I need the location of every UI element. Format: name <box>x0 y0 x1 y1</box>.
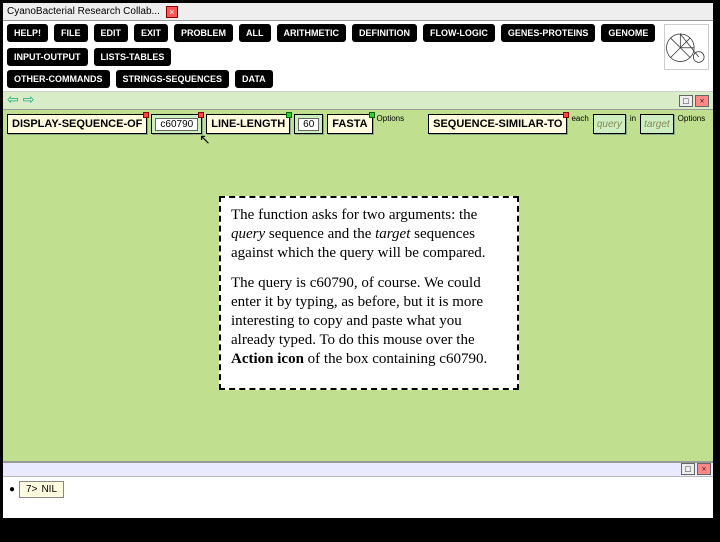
data-button[interactable]: DATA <box>235 70 273 88</box>
penny-farthing-icon <box>664 24 709 70</box>
options-label[interactable]: Options <box>377 114 405 134</box>
console-header: □ × <box>3 463 713 477</box>
console-panel: □ × ● 7> NIL <box>3 462 713 518</box>
action-icon[interactable] <box>369 112 375 118</box>
line-length-box[interactable]: LINE-LENGTH <box>206 114 290 134</box>
app-window: CyanoBacterial Research Collab... × HELP… <box>2 2 714 506</box>
panel-close-icon[interactable]: × <box>695 95 709 107</box>
fn-label: LINE-LENGTH <box>211 118 285 130</box>
expression-1: DISPLAY-SEQUENCE-OF c60790 LINE-LENGTH 6… <box>7 114 404 134</box>
back-arrow-icon[interactable]: ⇦ <box>7 92 19 109</box>
toolbar-row-1: HELP! FILE EDIT EXIT PROBLEM ALL ARITHME… <box>7 24 658 66</box>
info-p1: The function asks for two arguments: the… <box>231 206 507 264</box>
panel-close-icon[interactable]: × <box>697 463 711 475</box>
each-label: each <box>571 114 588 134</box>
target-arg-box[interactable]: target <box>640 114 674 134</box>
placeholder: target <box>644 119 670 130</box>
repl-box[interactable]: 7> NIL <box>19 481 64 498</box>
fasta-box[interactable]: FASTA <box>327 114 372 134</box>
arg-value: 60 <box>298 118 319 131</box>
genome-button[interactable]: GENOME <box>601 24 655 42</box>
all-button[interactable]: ALL <box>239 24 271 42</box>
action-icon[interactable] <box>563 112 569 118</box>
repl-bullet: ● <box>9 484 15 495</box>
problem-button[interactable]: PROBLEM <box>174 24 233 42</box>
expression-2: SEQUENCE-SIMILAR-TO each query in target… <box>428 114 705 134</box>
in-label: in <box>630 114 636 134</box>
info-p2: The query is c60790, of course. We could… <box>231 274 507 370</box>
console-body: ● 7> NIL <box>3 477 713 502</box>
arg-box-60[interactable]: 60 <box>294 114 323 134</box>
repl-prompt: 7> <box>26 484 37 495</box>
titlebar: CyanoBacterial Research Collab... × <box>3 3 713 21</box>
other-commands-button[interactable]: OTHER-COMMANDS <box>7 70 110 88</box>
cursor-icon: ↖ <box>199 132 211 149</box>
info-tooltip: The function asks for two arguments: the… <box>219 196 519 390</box>
query-arg-box[interactable]: query <box>593 114 626 134</box>
toggle-icon[interactable]: □ <box>681 463 695 475</box>
strings-sequences-button[interactable]: STRINGS-SEQUENCES <box>116 70 230 88</box>
input-output-button[interactable]: INPUT-OUTPUT <box>7 48 88 66</box>
fn-label: SEQUENCE-SIMILAR-TO <box>433 118 562 130</box>
exit-button[interactable]: EXIT <box>134 24 168 42</box>
definition-button[interactable]: DEFINITION <box>352 24 417 42</box>
help-button[interactable]: HELP! <box>7 24 48 42</box>
forward-arrow-icon[interactable]: ⇨ <box>23 92 35 109</box>
command-toolbar: HELP! FILE EDIT EXIT PROBLEM ALL ARITHME… <box>3 21 713 92</box>
lists-tables-button[interactable]: LISTS-TABLES <box>94 48 172 66</box>
edit-button[interactable]: EDIT <box>94 24 129 42</box>
fn-label: FASTA <box>332 118 367 130</box>
repl-value: NIL <box>41 484 57 495</box>
display-sequence-box[interactable]: DISPLAY-SEQUENCE-OF <box>7 114 147 134</box>
flow-logic-button[interactable]: FLOW-LOGIC <box>423 24 495 42</box>
action-icon[interactable] <box>198 112 204 118</box>
file-button[interactable]: FILE <box>54 24 88 42</box>
action-icon[interactable] <box>143 112 149 118</box>
nav-bar: ⇦ ⇨ □ × <box>3 92 713 110</box>
workspace: DISPLAY-SEQUENCE-OF c60790 LINE-LENGTH 6… <box>3 110 713 462</box>
close-icon[interactable]: × <box>166 6 178 18</box>
expression-row: DISPLAY-SEQUENCE-OF c60790 LINE-LENGTH 6… <box>7 114 709 134</box>
placeholder: query <box>597 119 622 130</box>
window-title: CyanoBacterial Research Collab... <box>7 6 160 17</box>
genes-proteins-button[interactable]: GENES-PROTEINS <box>501 24 596 42</box>
sequence-similar-box[interactable]: SEQUENCE-SIMILAR-TO <box>428 114 567 134</box>
arg-box-c60790[interactable]: c60790 <box>151 114 202 134</box>
options-label[interactable]: Options <box>678 114 706 134</box>
toggle-icon[interactable]: □ <box>679 95 693 107</box>
arithmetic-button[interactable]: ARITHMETIC <box>277 24 347 42</box>
toolbar-row-2: OTHER-COMMANDS STRINGS-SEQUENCES DATA <box>7 70 658 88</box>
fn-label: DISPLAY-SEQUENCE-OF <box>12 118 142 130</box>
action-icon[interactable] <box>286 112 292 118</box>
arg-value: c60790 <box>155 118 198 131</box>
